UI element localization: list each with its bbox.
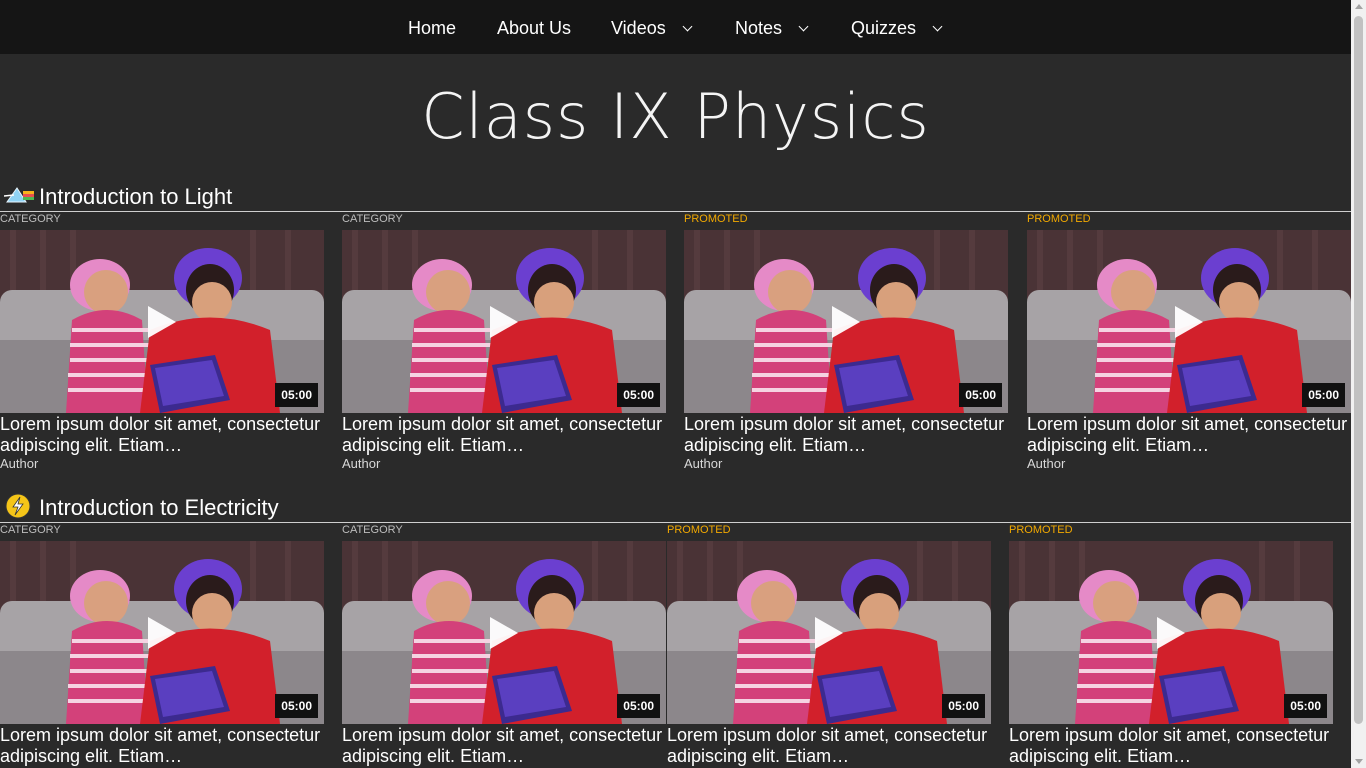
- video-title[interactable]: Lorem ipsum dolor sit amet, consectetur …: [684, 414, 1008, 456]
- duration-badge: 05:00: [617, 694, 660, 718]
- video-title[interactable]: Lorem ipsum dolor sit amet, consectetur …: [0, 414, 324, 456]
- video-title[interactable]: Lorem ipsum dolor sit amet, consectetur …: [342, 414, 666, 456]
- video-card[interactable]: PROMOTED 05:00 Lorem ipsum dolor sit ame…: [667, 524, 991, 768]
- play-icon[interactable]: [148, 617, 176, 649]
- video-title[interactable]: Lorem ipsum dolor sit amet, consectetur …: [667, 725, 991, 767]
- nav-videos-label: Videos: [611, 18, 666, 38]
- category-label: PROMOTED: [684, 213, 748, 225]
- video-thumbnail[interactable]: 05:00: [342, 541, 666, 724]
- video-thumbnail[interactable]: 05:00: [1027, 230, 1351, 413]
- play-icon[interactable]: [832, 306, 860, 338]
- video-thumbnail[interactable]: 05:00: [0, 230, 324, 413]
- nav-about-us[interactable]: About Us: [497, 17, 571, 39]
- nav-quizzes-label: Quizzes: [851, 18, 917, 38]
- play-icon[interactable]: [1157, 617, 1185, 649]
- category-label: PROMOTED: [1009, 524, 1073, 536]
- video-thumbnail[interactable]: 05:00: [667, 541, 991, 724]
- duration-badge: 05:00: [275, 694, 318, 718]
- video-thumbnail[interactable]: 05:00: [1009, 541, 1333, 724]
- duration-badge: 05:00: [275, 383, 318, 407]
- play-icon[interactable]: [815, 617, 843, 649]
- section-title: Introduction to Electricity: [39, 495, 279, 520]
- category-label: CATEGORY: [0, 213, 61, 225]
- duration-badge: 05:00: [959, 383, 1002, 407]
- chevron-down-icon: [798, 21, 809, 32]
- video-title[interactable]: Lorem ipsum dolor sit amet, consectetur …: [1027, 414, 1351, 456]
- page-title: Class IX Physics: [421, 80, 930, 153]
- category-label: PROMOTED: [1027, 213, 1091, 225]
- video-card[interactable]: CATEGORY 05:00 Lorem ipsum dolor sit ame…: [342, 213, 666, 475]
- video-author[interactable]: Author: [684, 457, 722, 471]
- video-card[interactable]: PROMOTED 05:00 Lorem ipsum dolor sit ame…: [1009, 524, 1333, 768]
- duration-badge: 05:00: [617, 383, 660, 407]
- nav-home[interactable]: Home: [408, 17, 456, 39]
- video-title[interactable]: Lorem ipsum dolor sit amet, consectetur …: [0, 725, 324, 767]
- video-author[interactable]: Author: [1027, 457, 1065, 471]
- scroll-down-arrow-icon[interactable]: [1355, 759, 1363, 764]
- video-card[interactable]: CATEGORY 05:00 Lorem ipsum dolor sit ame…: [0, 213, 324, 475]
- duration-badge: 05:00: [1302, 383, 1345, 407]
- video-thumbnail[interactable]: 05:00: [342, 230, 666, 413]
- scrollbar[interactable]: [1351, 0, 1366, 768]
- section-title: Introduction to Light: [39, 184, 233, 209]
- play-icon[interactable]: [490, 617, 518, 649]
- play-icon[interactable]: [148, 306, 176, 338]
- video-thumbnail[interactable]: 05:00: [0, 541, 324, 724]
- chevron-down-icon: [932, 21, 943, 32]
- page: Home About Us Videos Notes Quizzes Class…: [0, 0, 1351, 768]
- nav-notes-label: Notes: [735, 18, 783, 38]
- scrollbar-thumb[interactable]: [1354, 16, 1363, 724]
- category-label: CATEGORY: [0, 524, 61, 536]
- duration-badge: 05:00: [1284, 694, 1327, 718]
- nav-videos[interactable]: Videos: [611, 17, 693, 39]
- video-author[interactable]: Author: [342, 457, 380, 471]
- video-title[interactable]: Lorem ipsum dolor sit amet, consectetur …: [1009, 725, 1333, 767]
- nav-quizzes[interactable]: Quizzes: [851, 17, 943, 39]
- lightning-icon: [5, 493, 31, 519]
- video-card[interactable]: PROMOTED 05:00 Lorem ipsum dolor sit ame…: [1027, 213, 1351, 475]
- play-icon[interactable]: [1175, 306, 1203, 338]
- category-label: PROMOTED: [667, 524, 731, 536]
- video-card[interactable]: CATEGORY 05:00 Lorem ipsum dolor sit ame…: [342, 524, 666, 768]
- chevron-down-icon: [682, 21, 693, 32]
- section-header-light: Introduction to Light: [0, 182, 1351, 212]
- section-header-electricity: Introduction to Electricity: [0, 493, 1351, 523]
- video-thumbnail[interactable]: 05:00: [684, 230, 1008, 413]
- duration-badge: 05:00: [942, 694, 985, 718]
- video-card[interactable]: PROMOTED 05:00 Lorem ipsum dolor sit ame…: [684, 213, 1008, 475]
- top-navbar: Home About Us Videos Notes Quizzes: [0, 0, 1351, 54]
- video-author[interactable]: Author: [0, 457, 38, 471]
- nav-notes[interactable]: Notes: [735, 17, 809, 39]
- play-icon[interactable]: [490, 306, 518, 338]
- video-card[interactable]: CATEGORY 05:00 Lorem ipsum dolor sit ame…: [0, 524, 324, 768]
- category-label: CATEGORY: [342, 524, 403, 536]
- video-title[interactable]: Lorem ipsum dolor sit amet, consectetur …: [342, 725, 666, 767]
- category-label: CATEGORY: [342, 213, 403, 225]
- prism-icon: [4, 187, 34, 203]
- scroll-up-arrow-icon[interactable]: [1355, 4, 1363, 9]
